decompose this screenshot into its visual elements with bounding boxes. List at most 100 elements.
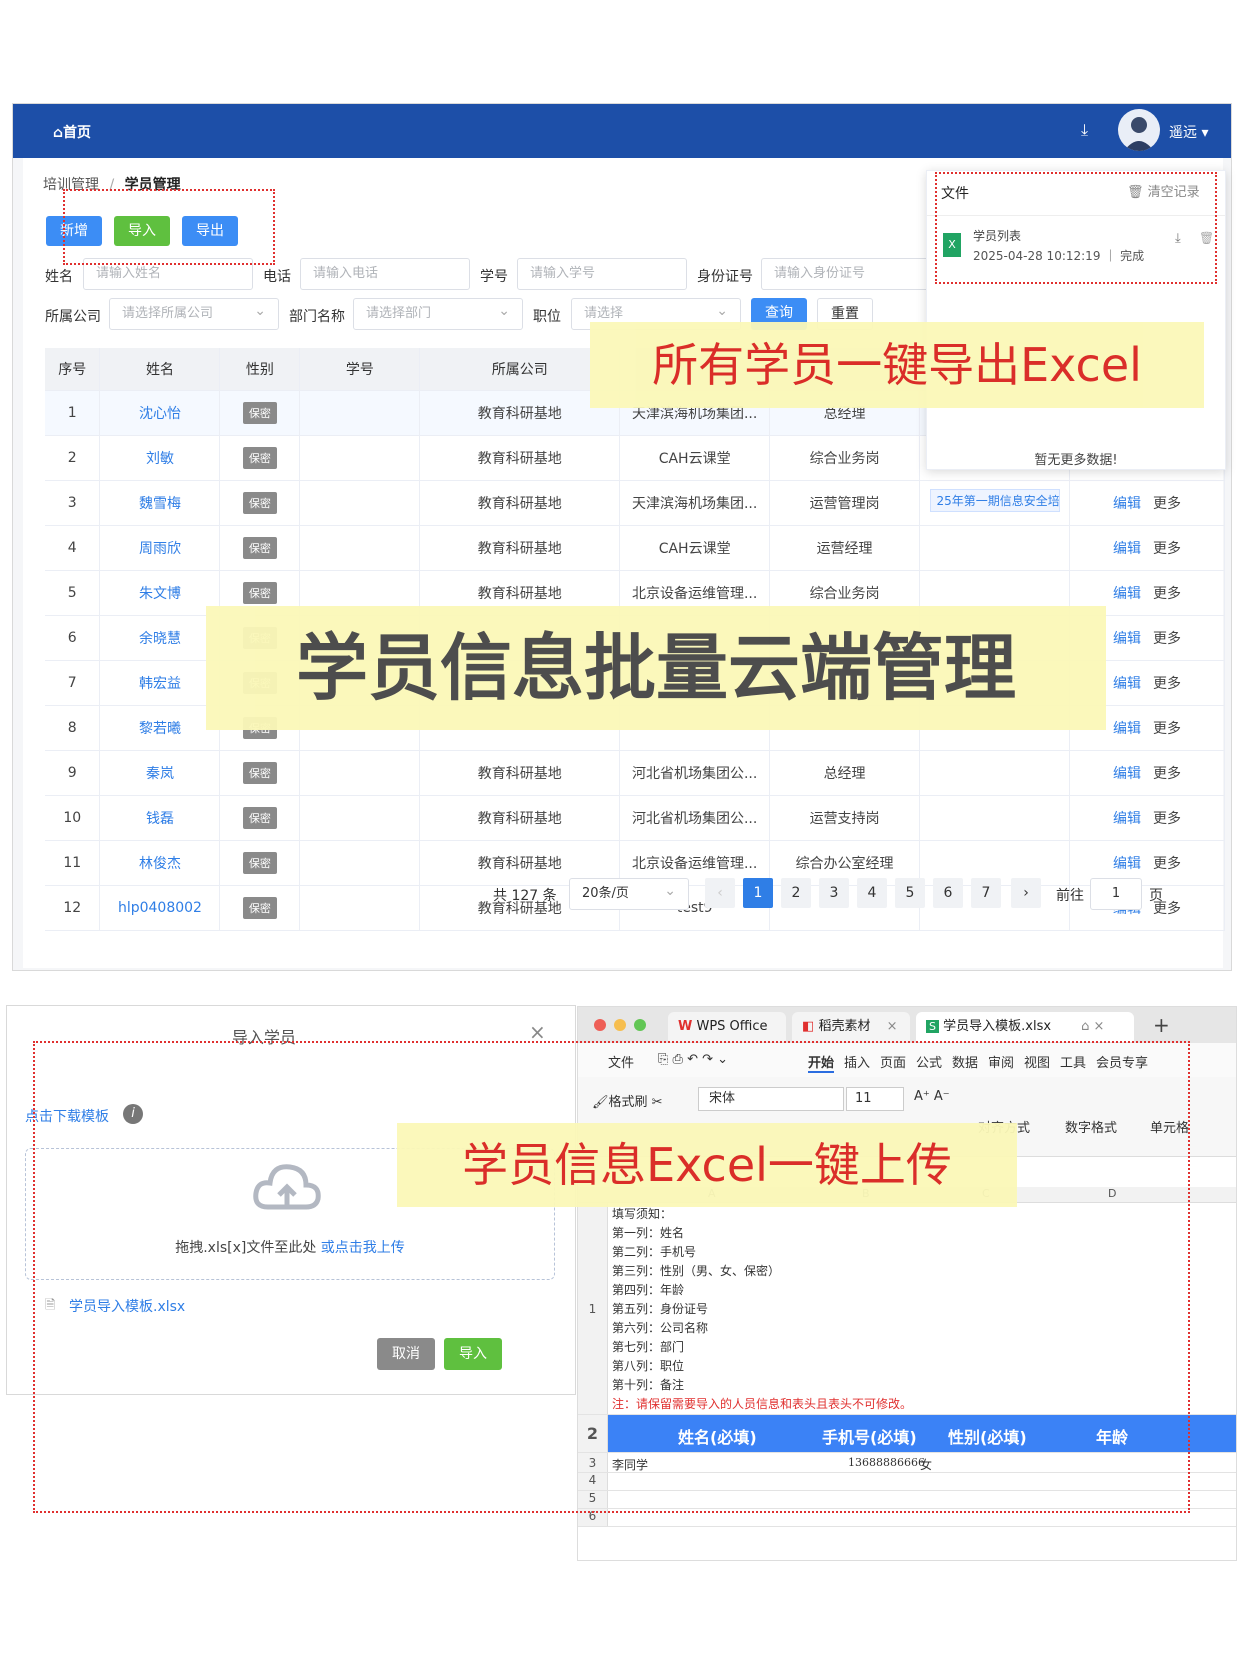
cell-company: CAH云课堂 <box>619 525 771 571</box>
cell-class <box>919 750 1070 796</box>
cell-name[interactable]: hlp0408002 <box>99 885 221 931</box>
edit-link[interactable]: 编辑 <box>1113 676 1141 692</box>
cell-name[interactable]: 黎若曦 <box>99 705 221 751</box>
edit-link[interactable]: 编辑 <box>1113 721 1141 737</box>
more-link[interactable]: 更多 <box>1153 721 1181 737</box>
class-chip: 25年第一期信息安全培训 <box>929 489 1060 512</box>
cell-name[interactable]: 钱磊 <box>99 795 221 841</box>
highlight-box-buttons <box>63 189 275 265</box>
dept-select[interactable]: 请选择部门 <box>353 296 523 330</box>
col-student-id: 学号 <box>299 348 421 391</box>
cell-student-id <box>299 840 421 886</box>
more-link[interactable]: 更多 <box>1153 541 1181 557</box>
cell-actions: 编辑更多 <box>1069 480 1225 526</box>
gender-tag: 保密 <box>242 761 277 784</box>
more-link[interactable]: 更多 <box>1153 586 1181 602</box>
window-close-dot[interactable] <box>594 1019 606 1031</box>
avatar[interactable] <box>1118 109 1160 151</box>
dept-label: 部门名称 <box>289 309 345 325</box>
cell-student-id <box>299 435 421 481</box>
more-link[interactable]: 更多 <box>1153 766 1181 782</box>
position-label: 职位 <box>533 309 561 325</box>
edit-link[interactable]: 编辑 <box>1113 496 1141 512</box>
table-row[interactable]: 4 周雨欣 保密 教育科研基地 CAH云课堂 运营经理 编辑 更多 <box>45 525 1225 571</box>
cell-company: 天津滨海机场集团... <box>619 480 771 526</box>
idcard-input[interactable]: 请输入身份证号 <box>761 258 941 290</box>
cell-base: 教育科研基地 <box>419 795 621 841</box>
table-row[interactable]: 10 钱磊 保密 教育科研基地 河北省机场集团公... 运营支持岗 编辑 更多 <box>45 795 1225 841</box>
cell-name[interactable]: 林俊杰 <box>99 840 221 886</box>
banner-export: 所有学员一键导出Excel <box>590 322 1204 408</box>
cell-name[interactable]: 沈心怡 <box>99 390 221 436</box>
download-icon[interactable]: ⤓ <box>1081 120 1088 140</box>
next-page-icon[interactable]: › <box>1011 878 1041 908</box>
cell-base: 教育科研基地 <box>419 435 621 481</box>
page-button-2[interactable]: 2 <box>781 878 811 908</box>
table-row[interactable]: 9 秦岚 保密 教育科研基地 河北省机场集团公... 总经理 编辑 更多 <box>45 750 1225 796</box>
edit-link[interactable]: 编辑 <box>1113 541 1141 557</box>
banner-cloud: 学员信息批量云端管理 <box>206 606 1106 730</box>
cell-no: 4 <box>45 525 101 571</box>
cell-no: 2 <box>45 435 101 481</box>
cell-name[interactable]: 朱文博 <box>99 570 221 616</box>
page-button-7[interactable]: 7 <box>971 878 1001 908</box>
cell-name[interactable]: 韩宏益 <box>99 660 221 706</box>
tab-close-icon[interactable]: × <box>887 1019 898 1034</box>
cell-class <box>919 795 1070 841</box>
cell-gender: 保密 <box>219 885 301 931</box>
goto-label: 前往 <box>1056 888 1084 904</box>
user-menu[interactable]: 遥远 ▾ <box>1169 122 1208 142</box>
tab-wps-office[interactable]: W WPS Office <box>668 1012 786 1042</box>
popup-empty-text: 暂无更多数据! <box>1034 453 1118 468</box>
cell-company: CAH云课堂 <box>619 435 771 481</box>
gender-tag: 保密 <box>242 536 277 559</box>
cell-gender: 保密 <box>219 840 301 886</box>
more-link[interactable]: 更多 <box>1153 631 1181 647</box>
edit-link[interactable]: 编辑 <box>1113 586 1141 602</box>
edit-link[interactable]: 编辑 <box>1113 766 1141 782</box>
home-link[interactable]: ⌂首页 <box>53 122 91 142</box>
more-link[interactable]: 更多 <box>1153 676 1181 692</box>
edit-link[interactable]: 编辑 <box>1113 631 1141 647</box>
cell-name[interactable]: 魏雪梅 <box>99 480 221 526</box>
col-no: 序号 <box>45 348 101 391</box>
window-min-dot[interactable] <box>614 1019 626 1031</box>
page-button-3[interactable]: 3 <box>819 878 849 908</box>
new-tab-icon[interactable]: + <box>1153 1013 1170 1037</box>
company-label: 所属公司 <box>45 309 101 325</box>
sheet-logo-icon: S <box>926 1020 939 1033</box>
more-link[interactable]: 更多 <box>1153 856 1181 872</box>
cell-student-id <box>299 525 421 571</box>
cell-name[interactable]: 余晓慧 <box>99 615 221 661</box>
company-select[interactable]: 请选择所属公司 <box>109 296 279 330</box>
cell-position: 综合业务岗 <box>769 435 921 481</box>
cell-name[interactable]: 秦岚 <box>99 750 221 796</box>
page-button-4[interactable]: 4 <box>857 878 887 908</box>
col-name: 姓名 <box>99 348 221 391</box>
edit-link[interactable]: 编辑 <box>1113 856 1141 872</box>
page-input[interactable]: 1 <box>1090 878 1142 910</box>
page-unit: 页 <box>1149 888 1163 904</box>
more-link[interactable]: 更多 <box>1153 811 1181 827</box>
page-button-1[interactable]: 1 <box>743 878 773 908</box>
phone-input[interactable]: 请输入电话 <box>300 258 470 290</box>
table-row[interactable]: 3 魏雪梅 保密 教育科研基地 天津滨海机场集团... 运营管理岗 25年第一期信息安全培训… <box>45 480 1225 526</box>
tab-daoke[interactable]: ◧ 稻壳素材 × <box>792 1012 910 1042</box>
tab-close-icon[interactable]: ⌂ × <box>1081 1019 1104 1034</box>
prev-page-icon[interactable]: ‹ <box>705 878 735 908</box>
page-button-5[interactable]: 5 <box>895 878 925 908</box>
student-id-input[interactable]: 请输入学号 <box>517 258 687 290</box>
tab-template-file[interactable]: S 学员导入模板.xlsx ⌂ × <box>916 1012 1134 1042</box>
page-button-6[interactable]: 6 <box>933 878 963 908</box>
edit-link[interactable]: 编辑 <box>1113 811 1141 827</box>
window-max-dot[interactable] <box>634 1019 646 1031</box>
cell-name[interactable]: 刘敏 <box>99 435 221 481</box>
cell-name[interactable]: 周雨欣 <box>99 525 221 571</box>
col-gender: 性别 <box>219 348 301 391</box>
banner-upload: 学员信息Excel一键上传 <box>397 1123 1017 1207</box>
more-link[interactable]: 更多 <box>1153 496 1181 512</box>
cell-actions: 编辑更多 <box>1069 795 1225 841</box>
cell-no: 5 <box>45 570 101 616</box>
page-size-select[interactable]: 20条/页 <box>569 876 689 910</box>
gender-tag: 保密 <box>242 851 277 874</box>
